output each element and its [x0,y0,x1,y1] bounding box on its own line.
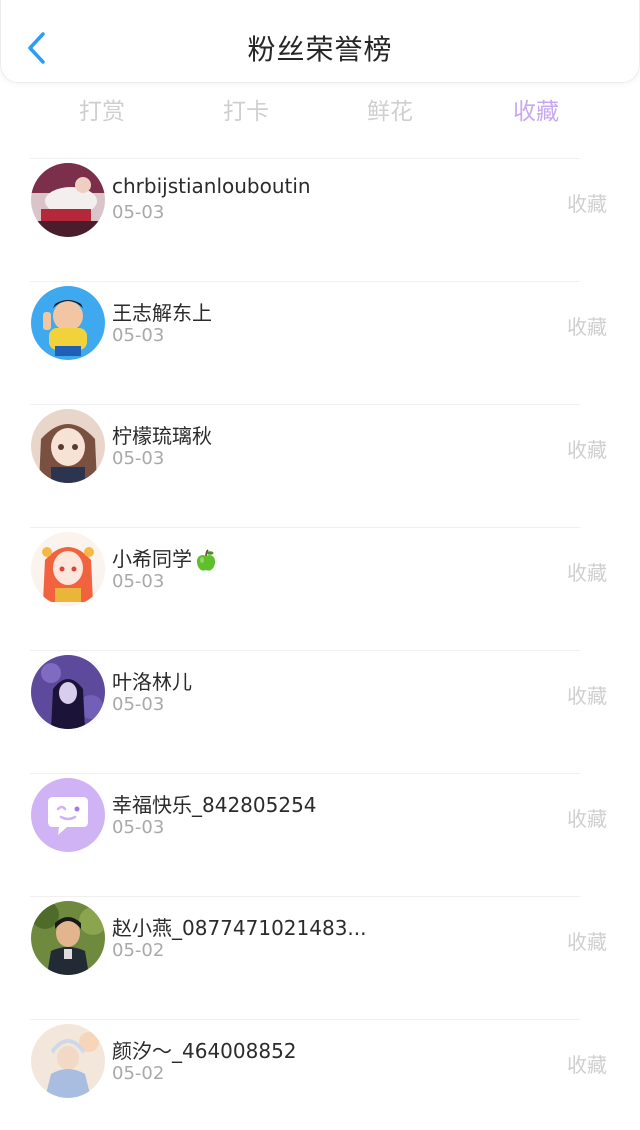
avatar[interactable] [31,163,105,237]
divider [30,158,580,159]
list-item[interactable]: chrbijstianlouboutin 05-03 收藏 [0,146,640,269]
divider [30,773,580,774]
list-item[interactable]: 叶洛林儿 05-03 收藏 [0,638,640,761]
green-apple-icon [196,548,216,571]
list-item[interactable]: 颜汐～_464008852 05-02 收藏 [0,1007,640,1130]
avatar[interactable] [31,778,105,852]
fan-name: 赵小燕_0877471021483... [112,916,367,940]
fan-date: 05-02 [112,940,165,961]
avatar[interactable] [31,901,105,975]
favorite-label[interactable]: 收藏 [567,680,607,709]
tab-bar: 打赏 打卡 鲜花 收藏 [0,92,640,132]
tab-favorites[interactable]: 收藏 [486,92,586,126]
fan-name: 幸福快乐_842805254 [112,793,317,817]
avatar[interactable] [31,655,105,729]
fan-name: 叶洛林儿 [112,670,192,694]
divider [30,896,580,897]
list-item[interactable]: 王志解东上 05-03 收藏 [0,269,640,392]
fan-name: chrbijstianlouboutin [112,174,311,198]
divider [30,650,580,651]
tab-checkin[interactable]: 打卡 [196,92,296,126]
divider [30,281,580,282]
favorite-label[interactable]: 收藏 [567,311,607,340]
default-avatar-icon [31,778,105,852]
list-item[interactable]: 柠檬琉璃秋 05-03 收藏 [0,392,640,515]
tab-flowers[interactable]: 鲜花 [340,92,440,126]
fan-name: 颜汐～_464008852 [112,1039,297,1063]
fan-date: 05-03 [112,571,165,592]
list-item[interactable]: 小希同学 05-03 收藏 [0,515,640,638]
fan-date: 05-03 [112,325,165,346]
fan-name-text: 小希同学 [112,547,192,571]
avatar[interactable] [31,1024,105,1098]
list-item[interactable]: 赵小燕_0877471021483... 05-02 收藏 [0,884,640,1007]
favorite-label[interactable]: 收藏 [567,434,607,463]
favorite-label[interactable]: 收藏 [567,1049,607,1078]
fan-date: 05-03 [112,448,165,469]
divider [30,1019,580,1020]
page-title: 粉丝荣誉榜 [247,33,393,66]
fan-date: 05-03 [112,694,165,715]
avatar[interactable] [31,409,105,483]
fan-name: 王志解东上 [112,301,212,325]
divider [30,404,580,405]
avatar[interactable] [31,532,105,606]
divider [30,527,580,528]
fan-date: 05-03 [112,817,165,838]
fan-date: 05-03 [112,202,165,223]
favorite-label[interactable]: 收藏 [567,557,607,586]
list-item[interactable]: 幸福快乐_842805254 05-03 收藏 [0,761,640,884]
favorite-label[interactable]: 收藏 [567,926,607,955]
avatar[interactable] [31,286,105,360]
favorite-label[interactable]: 收藏 [567,803,607,832]
favorite-label[interactable]: 收藏 [567,188,607,217]
fan-name: 柠檬琉璃秋 [112,424,212,448]
tab-reward[interactable]: 打赏 [52,92,152,126]
fan-name: 小希同学 [112,543,217,573]
fan-date: 05-02 [112,1063,165,1084]
header-bar: 粉丝荣誉榜 [0,0,640,83]
